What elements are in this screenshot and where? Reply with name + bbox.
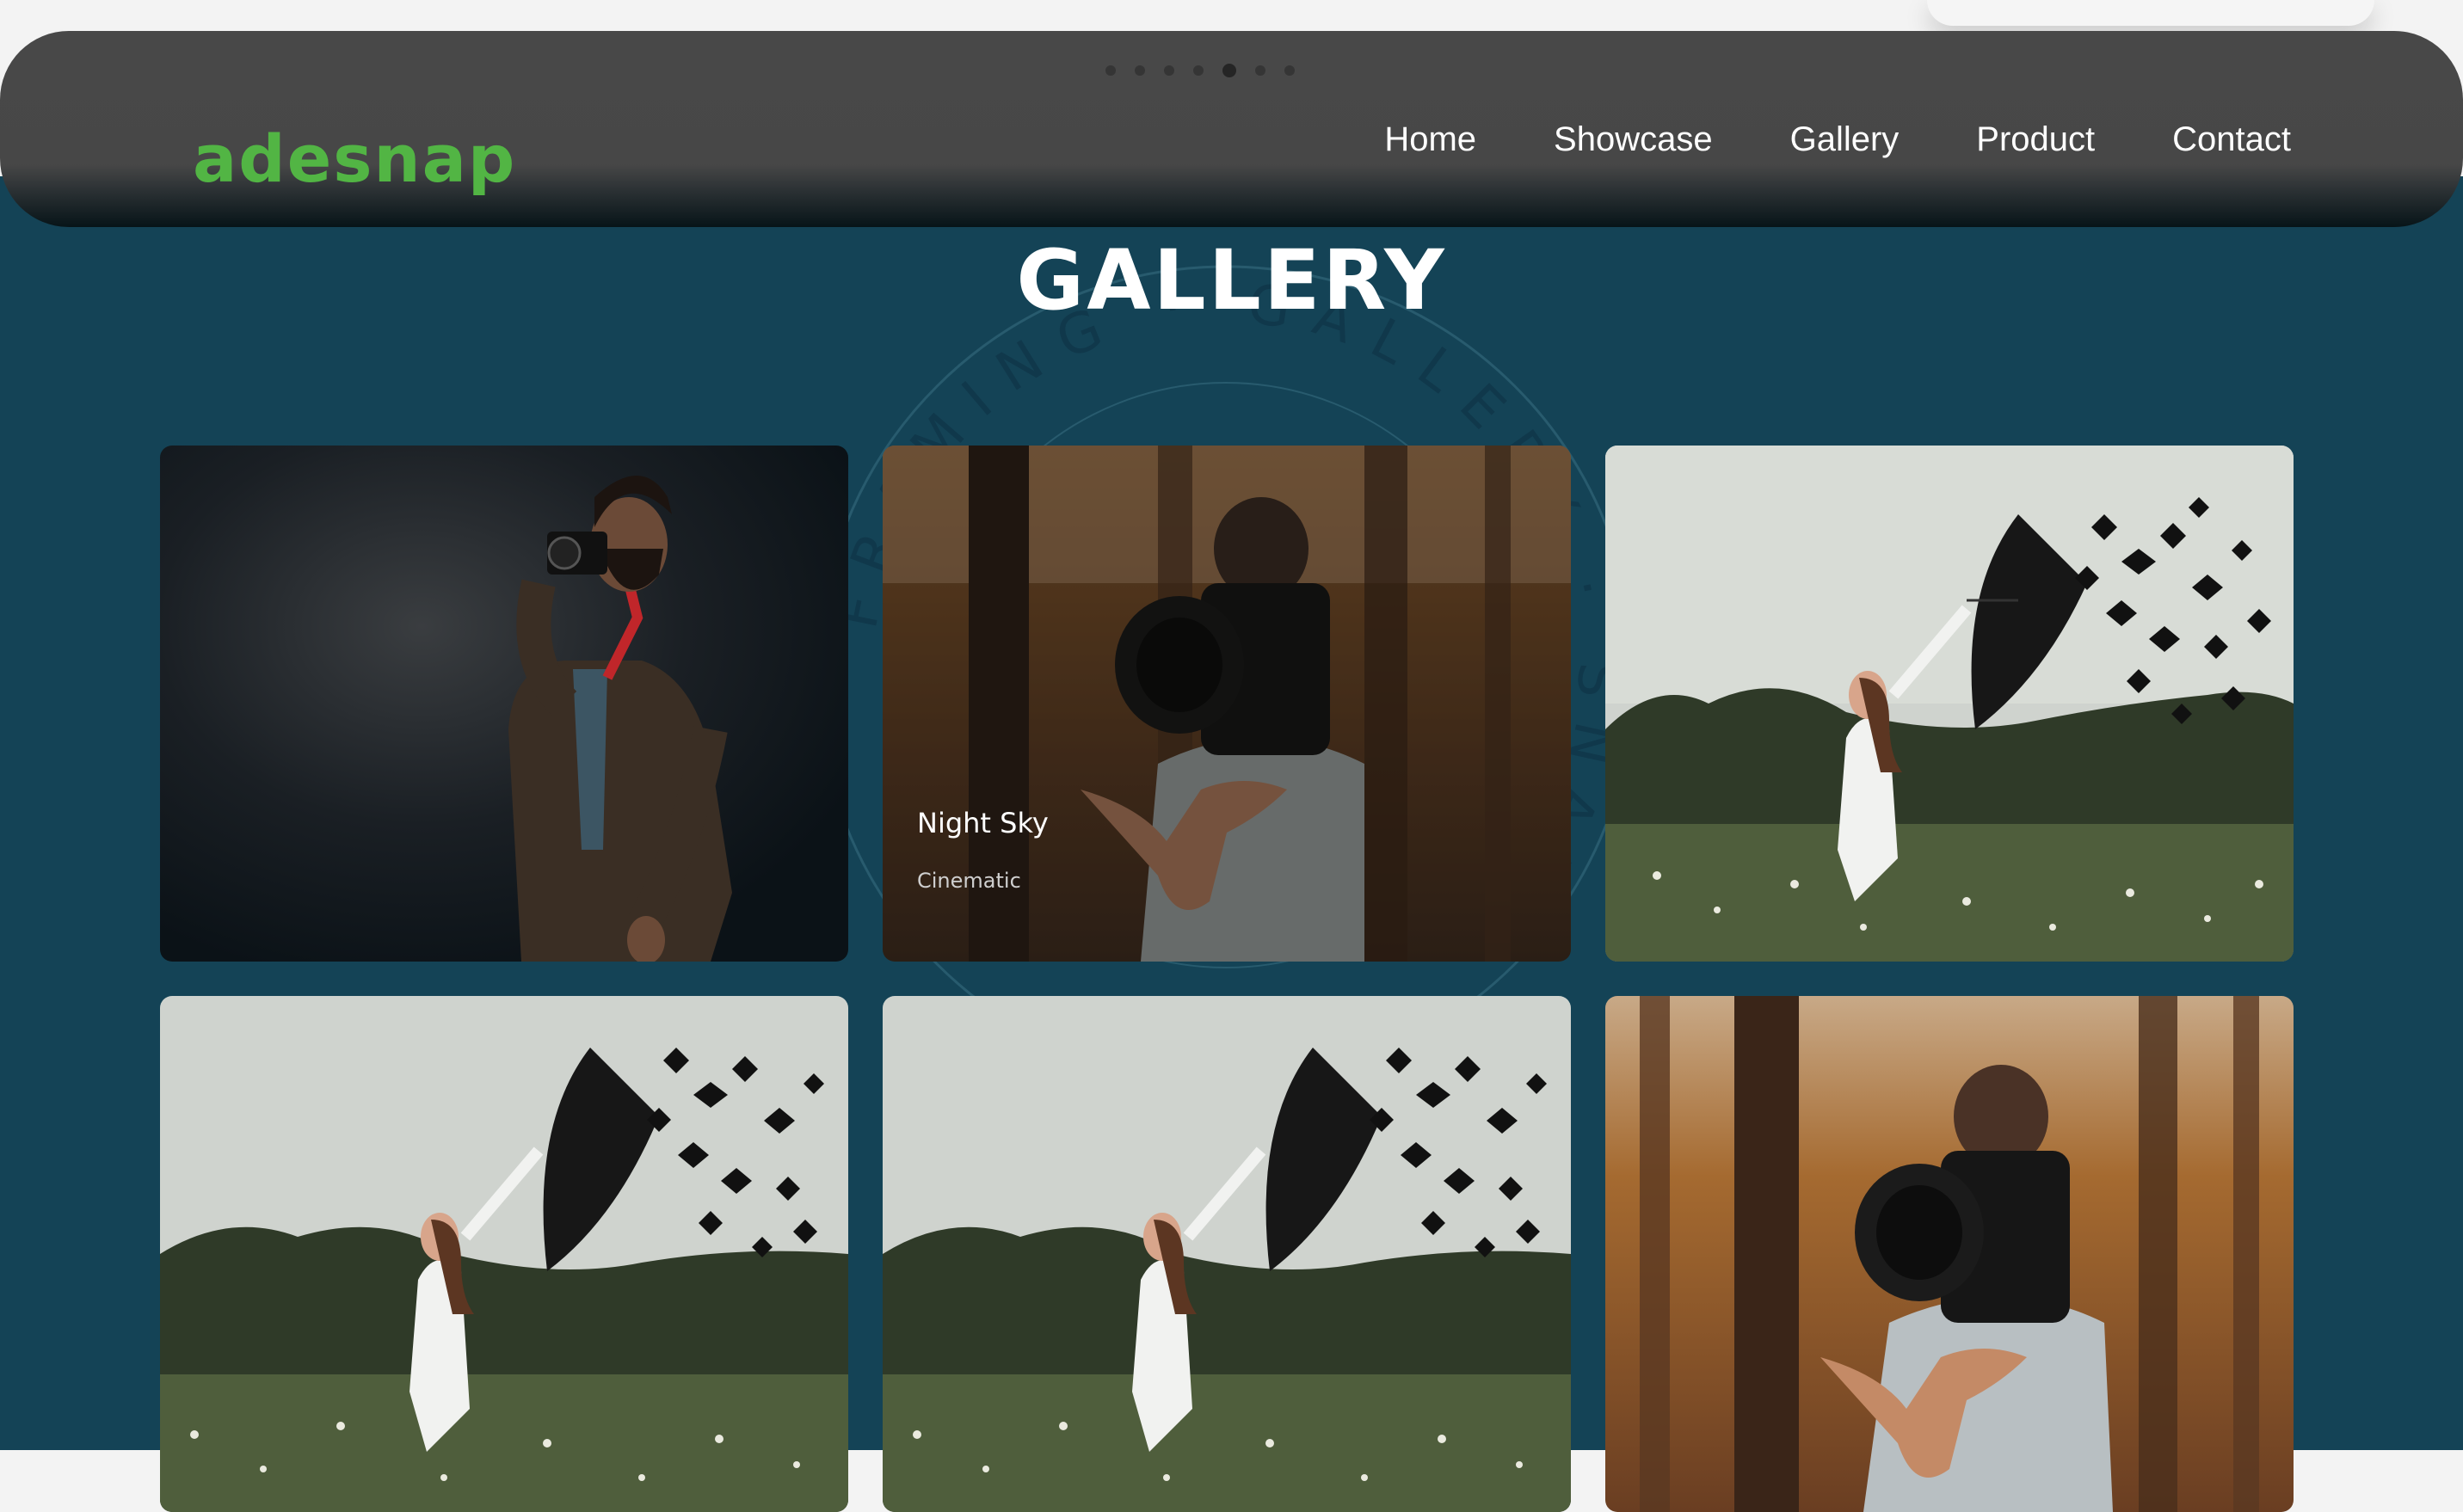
umbrella-girl-image (160, 996, 848, 1512)
gallery-item-umbrella-1[interactable] (1605, 446, 2294, 962)
site-header: adesnap Home Showcase Gallery Product Co… (0, 31, 2463, 227)
site-logo[interactable]: adesnap (193, 120, 514, 198)
photographer-image (160, 446, 848, 962)
card-title: Night Sky (917, 807, 1049, 839)
gallery-item-forest-camera[interactable] (1605, 996, 2294, 1512)
card-caption: Night Sky Cinematic (917, 807, 1049, 893)
nav-gallery[interactable]: Gallery (1790, 114, 1900, 165)
gallery-item-night-sky[interactable]: Night Sky Cinematic (883, 446, 1571, 962)
logo-text: adesnap (193, 120, 517, 197)
nav-showcase[interactable]: Showcase (1554, 114, 1713, 165)
nav-home[interactable]: Home (1384, 114, 1476, 165)
gallery-item-umbrella-2[interactable] (160, 996, 848, 1512)
top-strip-shadow (1927, 0, 2374, 26)
umbrella-girl-image (883, 996, 1571, 1512)
gallery-item-umbrella-3[interactable] (883, 996, 1571, 1512)
nav-contact[interactable]: Contact (2172, 114, 2291, 165)
gallery-item-photographer[interactable] (160, 446, 848, 962)
card-category: Cinematic (917, 869, 1021, 893)
page-title: GALLERY (1016, 232, 1447, 329)
gallery-grid: Night Sky Cinematic (160, 446, 2294, 1512)
forest-camera-image (1605, 996, 2294, 1512)
main-nav: Home Showcase Gallery Product Contact (1384, 114, 2291, 165)
nav-product[interactable]: Product (1976, 114, 2095, 165)
header-pager-dots (1105, 64, 1295, 77)
umbrella-girl-image (1605, 446, 2294, 962)
